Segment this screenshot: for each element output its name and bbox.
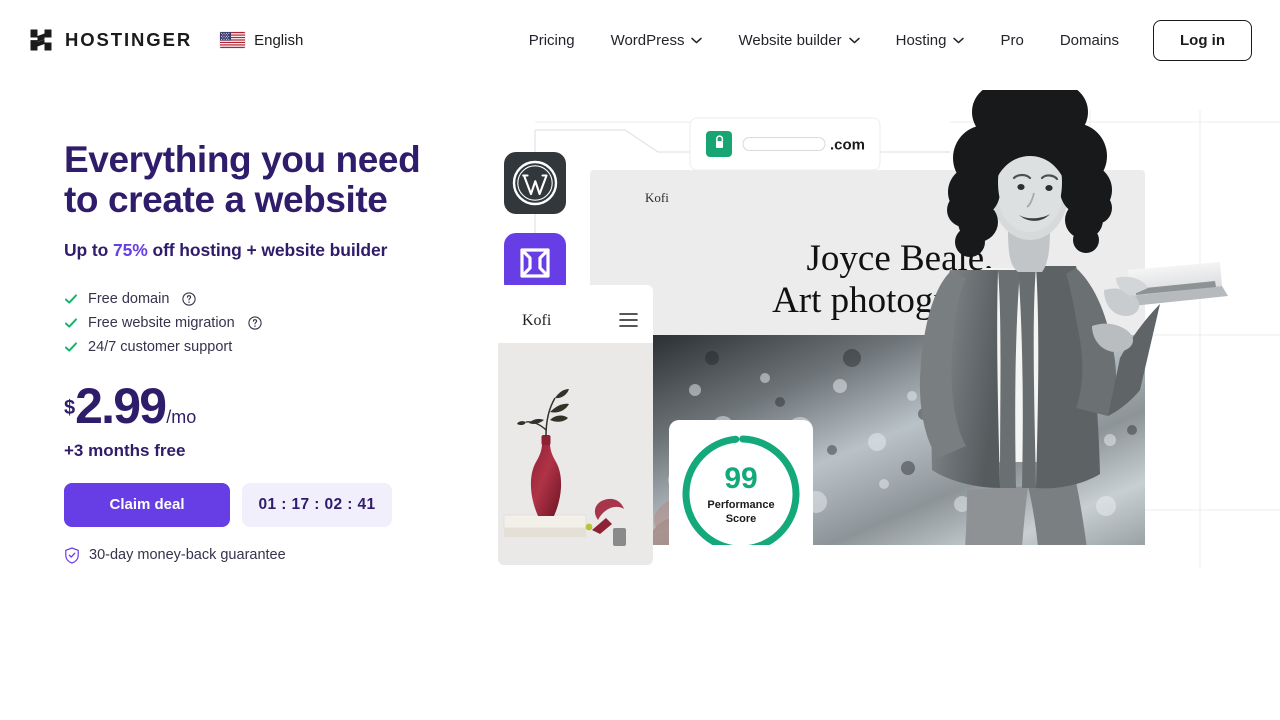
nav-item-domains[interactable]: Domains	[1042, 24, 1137, 57]
mobile-brand-label: Kofi	[522, 312, 552, 329]
check-icon	[64, 340, 78, 354]
performance-label-line1: Performance	[707, 499, 774, 511]
nav-item-hosting[interactable]: Hosting	[878, 24, 983, 57]
list-item: Free website migration	[64, 311, 484, 335]
countdown-timer: 01 : 17 : 02 : 41	[242, 483, 392, 527]
performance-score-value: 99	[724, 462, 757, 495]
site-brand-label: Kofi	[645, 190, 669, 205]
subhead-suffix: off hosting + website builder	[148, 240, 388, 260]
brand-logo[interactable]: HOSTINGER	[28, 27, 192, 53]
guarantee-row: 30-day money-back guarantee	[64, 547, 484, 564]
nav-label: Pro	[1000, 32, 1023, 49]
guarantee-label: 30-day money-back guarantee	[89, 547, 286, 563]
nav-label: Pricing	[529, 32, 575, 49]
claim-deal-button[interactable]: Claim deal	[64, 483, 230, 527]
url-bar-card: .com	[690, 118, 880, 170]
mobile-site-mockup: Kofi	[498, 285, 653, 565]
price-period: /mo	[166, 407, 196, 428]
hostinger-landing-page: HOSTINGER	[0, 0, 1280, 720]
nav-item-website-builder[interactable]: Website builder	[720, 24, 877, 57]
language-selector[interactable]: English	[220, 32, 303, 49]
chevron-down-icon	[849, 37, 860, 44]
chevron-down-icon	[691, 37, 702, 44]
performance-label-line2: Score	[726, 513, 757, 525]
subhead-prefix: Up to	[64, 240, 113, 260]
site-header: HOSTINGER	[0, 0, 1280, 80]
help-circle-icon[interactable]	[182, 292, 196, 306]
list-item: Free domain	[64, 287, 484, 311]
hero-subheading: Up to 75% off hosting + website builder	[64, 240, 484, 261]
nav-item-pricing[interactable]: Pricing	[511, 24, 593, 57]
us-flag-icon	[220, 32, 245, 48]
feature-label: Free domain	[88, 291, 169, 307]
svg-text:.com: .com	[830, 137, 865, 154]
nav-item-wordpress[interactable]: WordPress	[593, 24, 721, 57]
brand-name: HOSTINGER	[65, 29, 192, 51]
hero-content: Everything you need to create a website …	[64, 140, 484, 564]
nav-label: WordPress	[611, 32, 685, 49]
nav-label: Hosting	[896, 32, 947, 49]
chevron-down-icon	[953, 37, 964, 44]
hero-illustration: .com Kofi Joyce Beale,	[480, 90, 1280, 610]
feature-label: 24/7 customer support	[88, 339, 232, 355]
hostinger-h-logo-icon	[28, 27, 54, 53]
nav-label: Domains	[1060, 32, 1119, 49]
page-title: Everything you need to create a website	[64, 140, 464, 220]
check-icon	[64, 316, 78, 330]
price-currency: $	[64, 397, 75, 420]
price-amount: 2.99	[75, 381, 165, 431]
cta-row: Claim deal 01 : 17 : 02 : 41	[64, 483, 484, 527]
shield-check-icon	[64, 547, 80, 564]
hero-illustration-svg: .com Kofi Joyce Beale,	[480, 90, 1280, 610]
bonus-months-label: +3 months free	[64, 441, 484, 461]
wordpress-icon	[504, 152, 566, 214]
discount-percent: 75%	[113, 240, 148, 260]
list-item: 24/7 customer support	[64, 335, 484, 359]
help-circle-icon[interactable]	[248, 316, 262, 330]
price-display: $ 2.99 /mo	[64, 381, 484, 431]
feature-label: Free website migration	[88, 315, 235, 331]
login-button[interactable]: Log in	[1153, 20, 1252, 61]
nav-label: Website builder	[738, 32, 841, 49]
feature-list: Free domain Free website migration	[64, 287, 484, 359]
check-icon	[64, 292, 78, 306]
main-navigation: Pricing WordPress Website builder Hostin…	[511, 20, 1252, 61]
mobile-photo	[498, 343, 653, 565]
nav-item-pro[interactable]: Pro	[982, 24, 1041, 57]
language-label: English	[254, 32, 303, 49]
